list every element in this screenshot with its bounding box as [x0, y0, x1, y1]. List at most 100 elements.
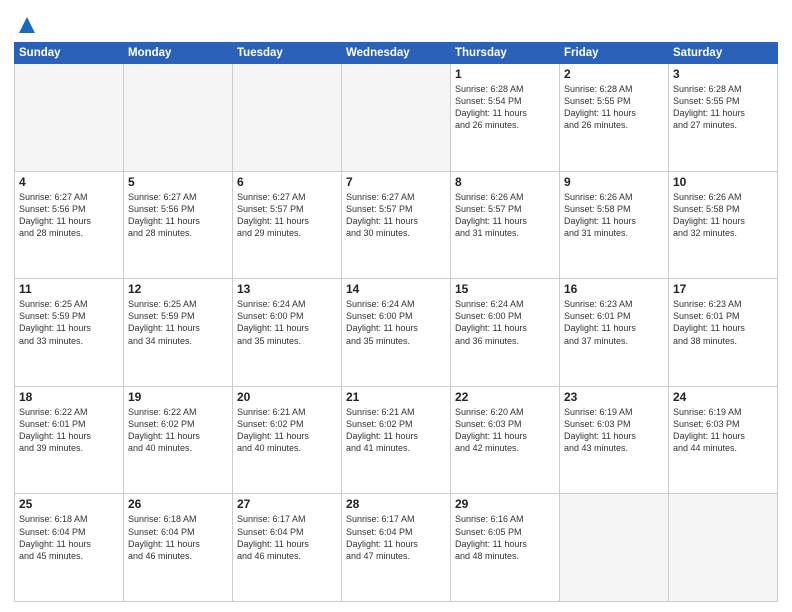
- day-info: Sunrise: 6:28 AM Sunset: 5:55 PM Dayligh…: [673, 83, 773, 132]
- day-info: Sunrise: 6:19 AM Sunset: 6:03 PM Dayligh…: [564, 406, 664, 455]
- day-number: 4: [19, 175, 119, 189]
- day-info: Sunrise: 6:23 AM Sunset: 6:01 PM Dayligh…: [673, 298, 773, 347]
- day-number: 16: [564, 282, 664, 296]
- calendar-cell: 27 Sunrise: 6:17 AM Sunset: 6:04 PM Dayli…: [233, 494, 342, 602]
- calendar-cell: [15, 64, 124, 172]
- calendar-cell: 15Sunrise: 6:24 AM Sunset: 6:00 PM Dayli…: [451, 279, 560, 387]
- day-number: 5: [128, 175, 228, 189]
- day-info: Sunrise: 6:27 AM Sunset: 5:56 PM Dayligh…: [19, 191, 119, 240]
- calendar-week: 18Sunrise: 6:22 AM Sunset: 6:01 PM Dayli…: [15, 386, 778, 494]
- weekday-header: Tuesday: [233, 43, 342, 64]
- day-info: Sunrise: 6:22 AM Sunset: 6:02 PM Dayligh…: [128, 406, 228, 455]
- day-number: 3: [673, 67, 773, 81]
- calendar-cell: 19 Sunrise: 6:22 AM Sunset: 6:02 PM Dayli…: [124, 386, 233, 494]
- day-info: Sunrise: 6:18 AM Sunset: 6:04 PM Dayligh…: [128, 513, 228, 562]
- calendar-cell: 21 Sunrise: 6:21 AM Sunset: 6:02 PM Dayli…: [342, 386, 451, 494]
- calendar-cell: 26 Sunrise: 6:18 AM Sunset: 6:04 PM Dayli…: [124, 494, 233, 602]
- calendar-cell: 28 Sunrise: 6:17 AM Sunset: 6:04 PM Dayli…: [342, 494, 451, 602]
- weekday-row: SundayMondayTuesdayWednesdayThursdayFrid…: [15, 43, 778, 64]
- calendar-cell: 24 Sunrise: 6:19 AM Sunset: 6:03 PM Dayli…: [669, 386, 778, 494]
- day-info: Sunrise: 6:24 AM Sunset: 6:00 PM Dayligh…: [455, 298, 555, 347]
- day-info: Sunrise: 6:24 AM Sunset: 6:00 PM Dayligh…: [237, 298, 337, 347]
- day-info: Sunrise: 6:16 AM Sunset: 6:05 PM Dayligh…: [455, 513, 555, 562]
- day-info: Sunrise: 6:26 AM Sunset: 5:58 PM Dayligh…: [564, 191, 664, 240]
- calendar-cell: 13 Sunrise: 6:24 AM Sunset: 6:00 PM Dayli…: [233, 279, 342, 387]
- weekday-header: Sunday: [15, 43, 124, 64]
- weekday-header: Wednesday: [342, 43, 451, 64]
- calendar-cell: 16 Sunrise: 6:23 AM Sunset: 6:01 PM Dayli…: [560, 279, 669, 387]
- weekday-header: Saturday: [669, 43, 778, 64]
- logo: [14, 14, 38, 36]
- day-info: Sunrise: 6:22 AM Sunset: 6:01 PM Dayligh…: [19, 406, 119, 455]
- day-info: Sunrise: 6:25 AM Sunset: 5:59 PM Dayligh…: [128, 298, 228, 347]
- day-info: Sunrise: 6:17 AM Sunset: 6:04 PM Dayligh…: [346, 513, 446, 562]
- calendar-body: 1Sunrise: 6:28 AM Sunset: 5:54 PM Daylig…: [15, 64, 778, 602]
- calendar-table: SundayMondayTuesdayWednesdayThursdayFrid…: [14, 42, 778, 602]
- calendar-cell: 18Sunrise: 6:22 AM Sunset: 6:01 PM Dayli…: [15, 386, 124, 494]
- calendar-cell: 1Sunrise: 6:28 AM Sunset: 5:54 PM Daylig…: [451, 64, 560, 172]
- day-info: Sunrise: 6:27 AM Sunset: 5:56 PM Dayligh…: [128, 191, 228, 240]
- day-number: 17: [673, 282, 773, 296]
- day-number: 12: [128, 282, 228, 296]
- day-number: 23: [564, 390, 664, 404]
- page: SundayMondayTuesdayWednesdayThursdayFrid…: [0, 0, 792, 612]
- calendar-cell: 5 Sunrise: 6:27 AM Sunset: 5:56 PM Daylig…: [124, 171, 233, 279]
- day-number: 7: [346, 175, 446, 189]
- day-number: 29: [455, 497, 555, 511]
- day-number: 24: [673, 390, 773, 404]
- calendar-cell: [560, 494, 669, 602]
- calendar-cell: 11 Sunrise: 6:25 AM Sunset: 5:59 PM Dayli…: [15, 279, 124, 387]
- calendar-cell: 14 Sunrise: 6:24 AM Sunset: 6:00 PM Dayli…: [342, 279, 451, 387]
- day-number: 6: [237, 175, 337, 189]
- day-number: 21: [346, 390, 446, 404]
- weekday-header: Monday: [124, 43, 233, 64]
- calendar-cell: [233, 64, 342, 172]
- day-info: Sunrise: 6:17 AM Sunset: 6:04 PM Dayligh…: [237, 513, 337, 562]
- day-info: Sunrise: 6:21 AM Sunset: 6:02 PM Dayligh…: [346, 406, 446, 455]
- day-info: Sunrise: 6:28 AM Sunset: 5:54 PM Dayligh…: [455, 83, 555, 132]
- weekday-header: Thursday: [451, 43, 560, 64]
- logo-icon: [16, 14, 38, 36]
- calendar-week: 25 Sunrise: 6:18 AM Sunset: 6:04 PM Dayli…: [15, 494, 778, 602]
- calendar-cell: [342, 64, 451, 172]
- calendar-cell: 23 Sunrise: 6:19 AM Sunset: 6:03 PM Dayli…: [560, 386, 669, 494]
- day-number: 10: [673, 175, 773, 189]
- day-number: 8: [455, 175, 555, 189]
- day-number: 11: [19, 282, 119, 296]
- day-number: 9: [564, 175, 664, 189]
- day-info: Sunrise: 6:23 AM Sunset: 6:01 PM Dayligh…: [564, 298, 664, 347]
- calendar-week: 11 Sunrise: 6:25 AM Sunset: 5:59 PM Dayli…: [15, 279, 778, 387]
- calendar-cell: 6Sunrise: 6:27 AM Sunset: 5:57 PM Daylig…: [233, 171, 342, 279]
- calendar-cell: 29 Sunrise: 6:16 AM Sunset: 6:05 PM Dayli…: [451, 494, 560, 602]
- day-info: Sunrise: 6:25 AM Sunset: 5:59 PM Dayligh…: [19, 298, 119, 347]
- calendar-cell: 7 Sunrise: 6:27 AM Sunset: 5:57 PM Daylig…: [342, 171, 451, 279]
- day-info: Sunrise: 6:24 AM Sunset: 6:00 PM Dayligh…: [346, 298, 446, 347]
- calendar-cell: 10 Sunrise: 6:26 AM Sunset: 5:58 PM Dayli…: [669, 171, 778, 279]
- day-number: 13: [237, 282, 337, 296]
- calendar-cell: 17 Sunrise: 6:23 AM Sunset: 6:01 PM Dayli…: [669, 279, 778, 387]
- day-info: Sunrise: 6:26 AM Sunset: 5:58 PM Dayligh…: [673, 191, 773, 240]
- day-number: 26: [128, 497, 228, 511]
- day-number: 27: [237, 497, 337, 511]
- day-info: Sunrise: 6:21 AM Sunset: 6:02 PM Dayligh…: [237, 406, 337, 455]
- day-info: Sunrise: 6:18 AM Sunset: 6:04 PM Dayligh…: [19, 513, 119, 562]
- calendar-cell: 3 Sunrise: 6:28 AM Sunset: 5:55 PM Daylig…: [669, 64, 778, 172]
- calendar-cell: [669, 494, 778, 602]
- day-info: Sunrise: 6:27 AM Sunset: 5:57 PM Dayligh…: [346, 191, 446, 240]
- weekday-header: Friday: [560, 43, 669, 64]
- day-number: 14: [346, 282, 446, 296]
- day-info: Sunrise: 6:26 AM Sunset: 5:57 PM Dayligh…: [455, 191, 555, 240]
- calendar-cell: 20 Sunrise: 6:21 AM Sunset: 6:02 PM Dayli…: [233, 386, 342, 494]
- calendar-cell: 9 Sunrise: 6:26 AM Sunset: 5:58 PM Daylig…: [560, 171, 669, 279]
- day-info: Sunrise: 6:19 AM Sunset: 6:03 PM Dayligh…: [673, 406, 773, 455]
- calendar-cell: 25 Sunrise: 6:18 AM Sunset: 6:04 PM Dayli…: [15, 494, 124, 602]
- day-number: 28: [346, 497, 446, 511]
- calendar-week: 4 Sunrise: 6:27 AM Sunset: 5:56 PM Daylig…: [15, 171, 778, 279]
- calendar-cell: 22Sunrise: 6:20 AM Sunset: 6:03 PM Dayli…: [451, 386, 560, 494]
- header: [14, 10, 778, 36]
- day-number: 25: [19, 497, 119, 511]
- day-number: 22: [455, 390, 555, 404]
- day-number: 20: [237, 390, 337, 404]
- calendar-cell: 2Sunrise: 6:28 AM Sunset: 5:55 PM Daylig…: [560, 64, 669, 172]
- day-number: 19: [128, 390, 228, 404]
